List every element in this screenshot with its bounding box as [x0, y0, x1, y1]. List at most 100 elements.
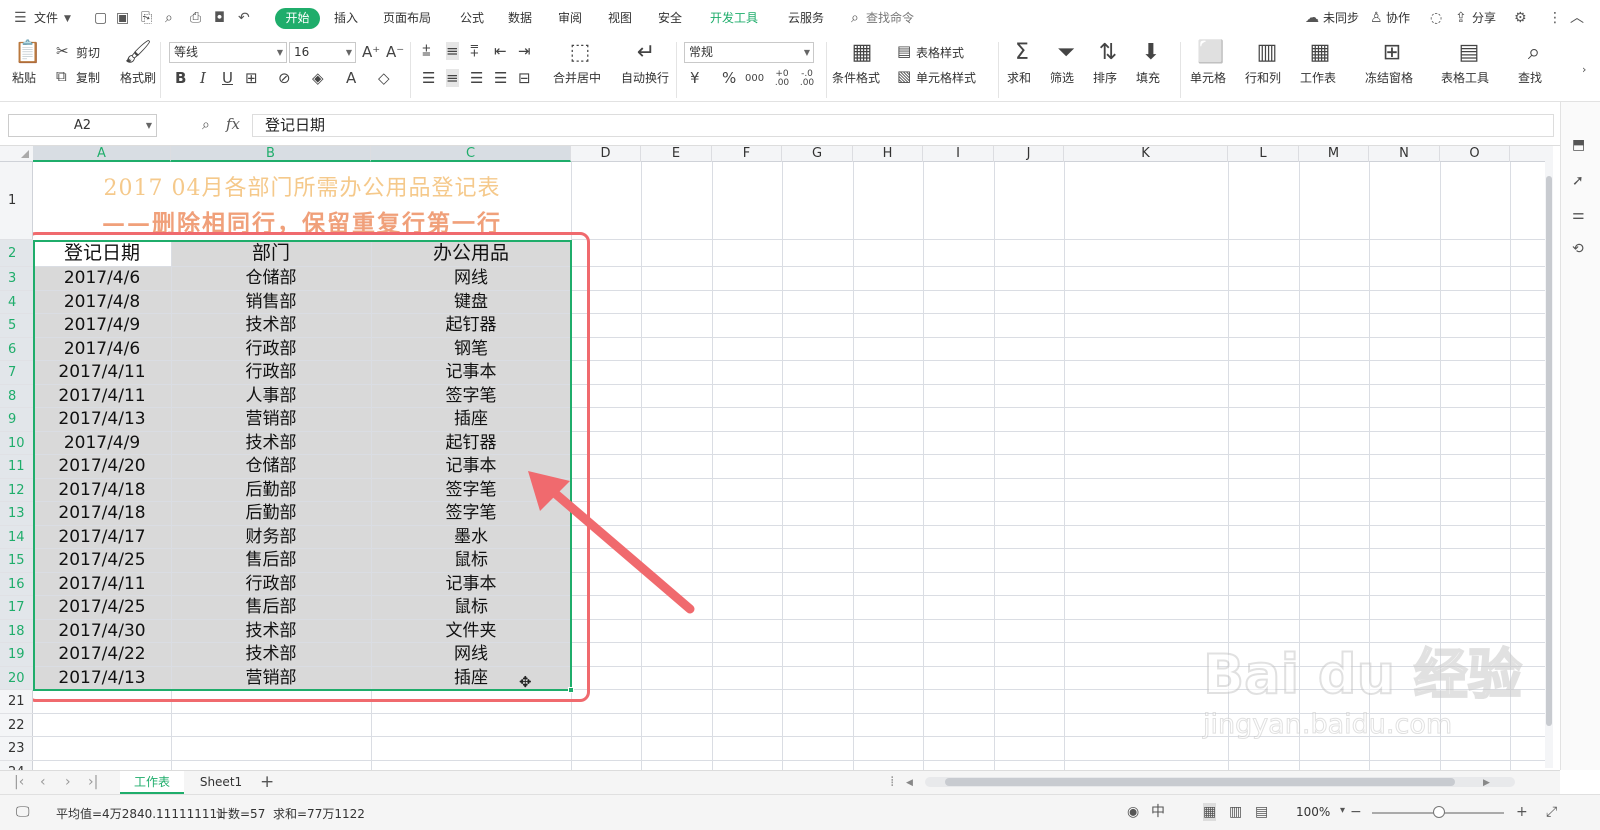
wrap-text-button[interactable]: 自动换行	[621, 69, 669, 86]
underline-button[interactable]: U	[222, 69, 233, 87]
more-icon[interactable]: ⋮	[1548, 9, 1562, 27]
row-header[interactable]: 18	[0, 619, 33, 643]
align-left-icon[interactable]: ☰	[422, 69, 435, 87]
find-button[interactable]: 查找	[1518, 69, 1542, 86]
table-style-icon[interactable]: ▤	[897, 42, 911, 60]
table-tools-icon[interactable]: ▤	[1455, 40, 1483, 66]
fill-color-icon[interactable]: ◈	[312, 69, 324, 87]
scroll-left-icon[interactable]: ◀	[906, 774, 913, 792]
next-sheet-icon[interactable]: ›	[65, 773, 71, 791]
chevron-down-icon[interactable]: ▾	[1340, 802, 1345, 820]
column-header-c[interactable]: C	[371, 146, 571, 162]
last-sheet-icon[interactable]: ›|	[88, 773, 98, 791]
row-header[interactable]: 4	[0, 290, 33, 314]
row-header[interactable]: 23	[0, 737, 33, 761]
column-header-n[interactable]: N	[1369, 146, 1440, 162]
row-header[interactable]: 5	[0, 314, 33, 338]
filter-button[interactable]: 筛选	[1050, 69, 1074, 86]
hamburger-menu-icon[interactable]: ☰	[14, 9, 27, 27]
font-name-select[interactable]: 等线 ▼	[169, 42, 287, 63]
row-header[interactable]: 15	[0, 549, 33, 573]
column-header-d[interactable]: D	[571, 146, 641, 162]
row-header[interactable]: 14	[0, 525, 33, 549]
chevron-down-icon[interactable]: ▼	[64, 10, 71, 28]
indent-decrease-icon[interactable]: ⇤	[494, 42, 507, 60]
zoom-slider-thumb[interactable]	[1433, 806, 1445, 818]
row-col-button[interactable]: 行和列	[1245, 69, 1281, 86]
status-sum[interactable]: 求和=77万1122	[273, 805, 365, 822]
undo-icon[interactable]: ↶	[238, 9, 250, 27]
cell-style-icon[interactable]: ▧	[897, 67, 911, 85]
erase-format-icon[interactable]: ⊘	[278, 69, 291, 87]
export-icon[interactable]: ⎘	[141, 9, 152, 27]
row-col-icon[interactable]: ▥	[1253, 40, 1281, 66]
format-painter-icon[interactable]: 🖌	[124, 40, 152, 66]
merged-title-cell[interactable]: 2017 04月各部门所需办公用品登记表 ——删除相同行，保留重复行第一行	[33, 162, 571, 240]
row-header[interactable]: 3	[0, 267, 33, 291]
cell-button[interactable]: 单元格	[1190, 69, 1226, 86]
row-header[interactable]: 20	[0, 666, 33, 690]
ribbon-scroll-right-icon[interactable]: ›	[1582, 61, 1586, 79]
row-header[interactable]: 16	[0, 572, 33, 596]
first-sheet-icon[interactable]: |‹	[14, 773, 24, 791]
sort-button[interactable]: 排序	[1093, 69, 1117, 86]
zoom-level[interactable]: 100%	[1296, 805, 1330, 819]
row-header[interactable]: 2	[0, 240, 33, 267]
conditional-format-icon[interactable]: ▦	[848, 40, 876, 66]
collapse-ribbon-icon[interactable]: ︿	[1570, 9, 1584, 27]
collab-button[interactable]: 协作	[1386, 9, 1410, 26]
fill-icon[interactable]: ⬇	[1137, 40, 1165, 66]
wrap-text-icon[interactable]: ↵	[632, 40, 660, 66]
table-style-button[interactable]: 表格样式	[916, 44, 964, 61]
column-header-i[interactable]: I	[923, 146, 994, 162]
tab-page-layout[interactable]: 页面布局	[383, 9, 431, 26]
copy-button[interactable]: 复制	[76, 69, 100, 86]
zoom-in-icon[interactable]: +	[1516, 803, 1528, 821]
row-header[interactable]: 6	[0, 337, 33, 361]
tab-view[interactable]: 视图	[608, 9, 632, 26]
task-pane-icon[interactable]: ⬒	[1572, 136, 1585, 154]
distribute-icon[interactable]: ⊟	[518, 69, 531, 87]
history-icon[interactable]: ⟲	[1572, 240, 1584, 258]
worksheet-button[interactable]: 工作表	[1300, 69, 1336, 86]
sheet-tab-sheet1[interactable]: Sheet1	[190, 771, 252, 794]
horizontal-scrollbar[interactable]	[925, 777, 1515, 787]
paste-icon[interactable]: 📋	[14, 40, 42, 66]
column-header-j[interactable]: J	[994, 146, 1064, 162]
zoom-formula-icon[interactable]: ⌕	[202, 116, 210, 134]
align-center-icon[interactable]: ≡	[446, 69, 459, 87]
copy-icon[interactable]: ⧉	[56, 67, 67, 85]
column-header-k[interactable]: K	[1064, 146, 1228, 162]
bold-button[interactable]: B	[175, 69, 186, 87]
status-average[interactable]: 平均值=4万2840.111111111	[56, 805, 225, 822]
tab-cloud[interactable]: 云服务	[788, 9, 824, 26]
vertical-scrollbar[interactable]	[1545, 146, 1553, 768]
worksheet-icon[interactable]: ▦	[1306, 40, 1334, 66]
file-menu[interactable]: 文件	[34, 9, 58, 26]
column-header-h[interactable]: H	[853, 146, 923, 162]
row-header[interactable]: 13	[0, 502, 33, 526]
tab-data[interactable]: 数据	[508, 9, 532, 26]
sheet-tab-worksheet[interactable]: 工作表	[120, 771, 184, 794]
paste-button[interactable]: 粘贴	[12, 69, 36, 86]
row-header[interactable]: 8	[0, 384, 33, 408]
font-color-button[interactable]: A	[346, 69, 356, 87]
thousands-button[interactable]: 000	[745, 70, 764, 88]
scroll-split-icon[interactable]: ⁞	[890, 773, 894, 791]
name-box[interactable]: A2 ▼	[8, 114, 157, 137]
monitor-icon[interactable]: 🖵	[16, 803, 30, 821]
fullscreen-icon[interactable]: ⤢	[1546, 803, 1557, 821]
fill-button[interactable]: 填充	[1136, 69, 1160, 86]
zoom-out-icon[interactable]: −	[1350, 803, 1362, 821]
print-icon[interactable]: ⎙	[190, 9, 201, 27]
column-header-e[interactable]: E	[641, 146, 712, 162]
sum-icon[interactable]: Σ	[1008, 40, 1036, 66]
number-format-select[interactable]: 常规 ▼	[684, 42, 814, 63]
prev-sheet-icon[interactable]: ‹	[40, 773, 46, 791]
language-icon[interactable]: 中	[1151, 803, 1165, 821]
settings-icon[interactable]: ⚙	[1514, 9, 1527, 27]
sort-icon[interactable]: ⇅	[1094, 40, 1122, 66]
tab-insert[interactable]: 插入	[334, 9, 358, 26]
properties-icon[interactable]: ⚌	[1572, 206, 1585, 224]
row-header[interactable]: 7	[0, 361, 33, 385]
